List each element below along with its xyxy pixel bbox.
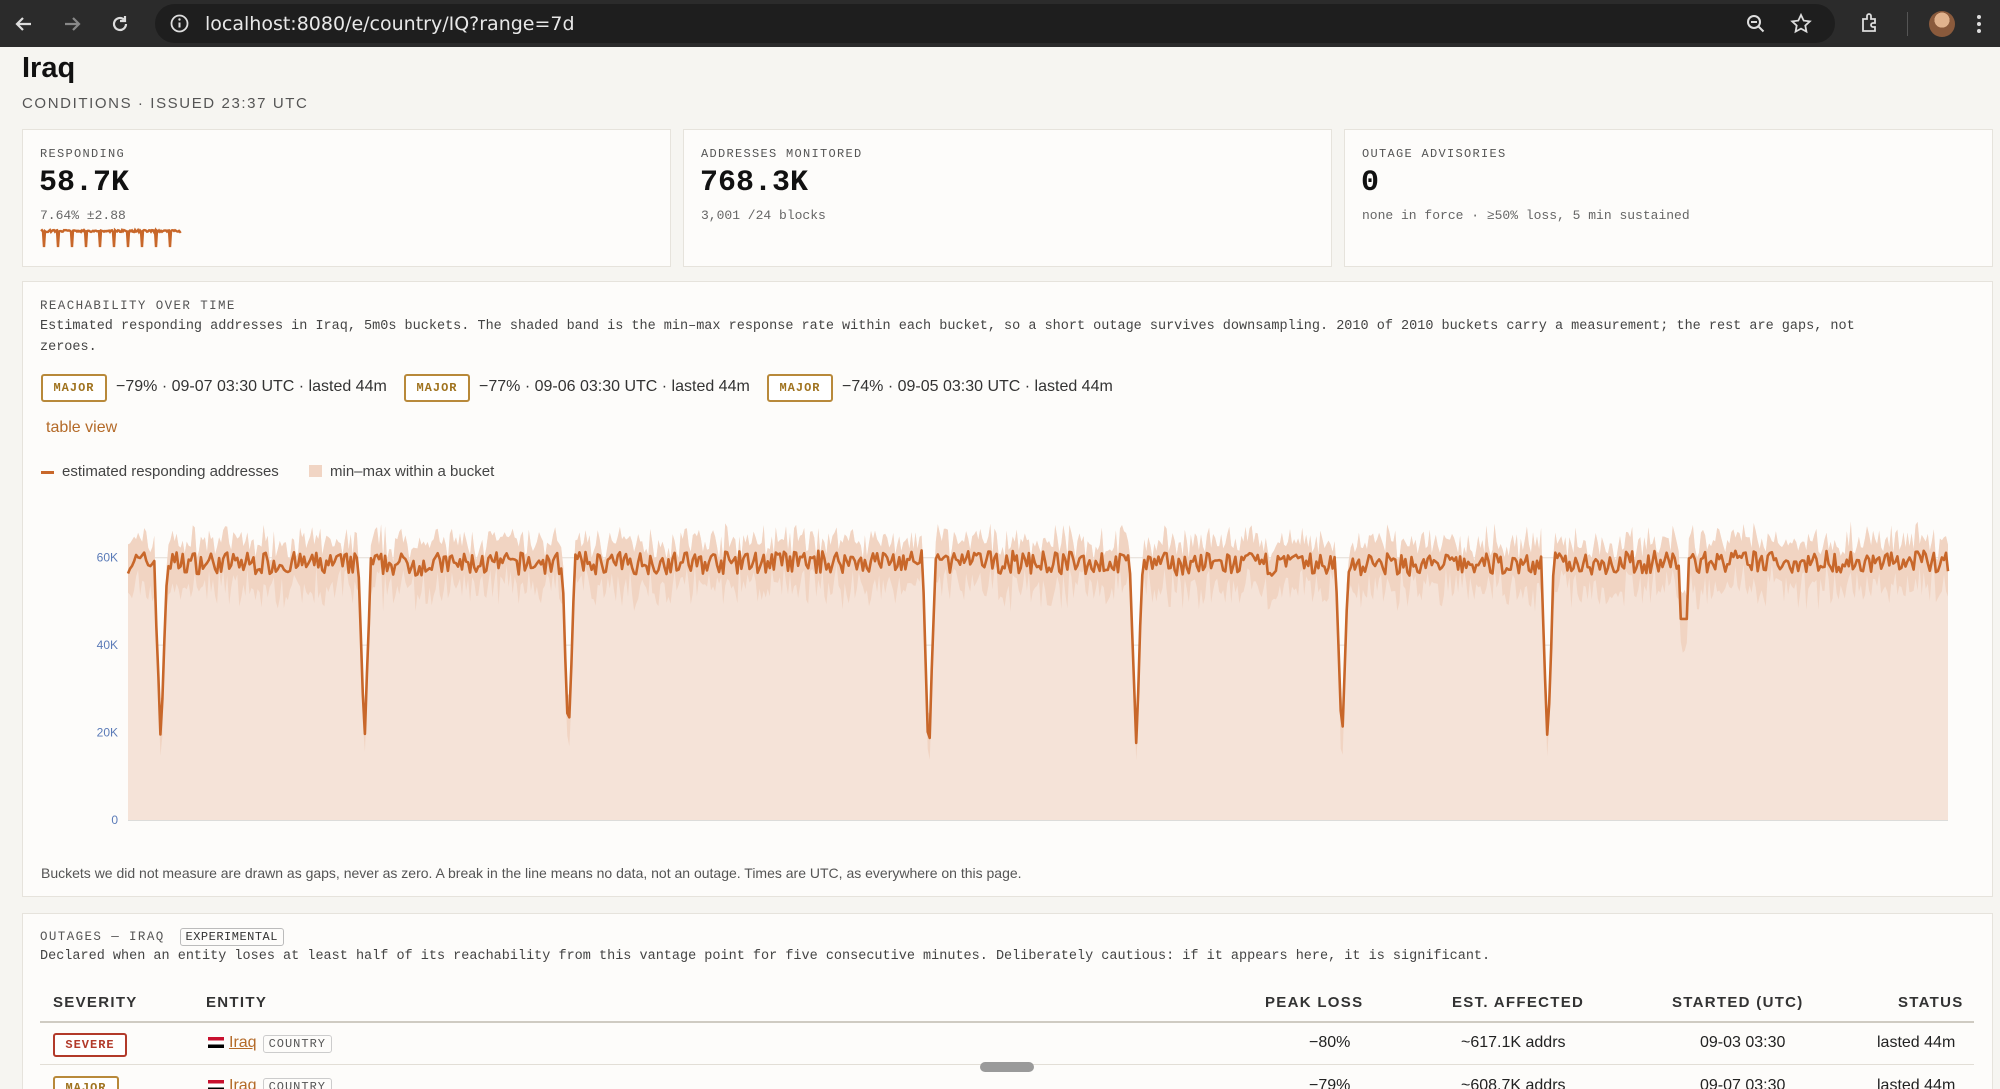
address-bar[interactable]: localhost:8080/e/country/IQ?range=7d — [155, 4, 1835, 43]
legend-line-label: estimated responding addresses — [62, 463, 279, 480]
site-info-icon[interactable] — [169, 13, 190, 34]
browser-toolbar: localhost:8080/e/country/IQ?range=7d — [0, 0, 2000, 47]
table-header-rule — [40, 1021, 1974, 1023]
kpi-label: OUTAGE ADVISORIES — [1362, 147, 1507, 161]
issued-timestamp: CONDITIONS · ISSUED 23:37 UTC — [22, 95, 309, 112]
kpi-card-advisories: OUTAGE ADVISORIES 0 none in force · ≥50%… — [1344, 129, 1993, 267]
x-tick-label: Sep 5 — [1200, 831, 1232, 832]
kpi-value: 768.3K — [700, 166, 809, 200]
affected-cell: ~608.7K addrs — [1461, 1077, 1566, 1089]
event-text: −79% · 09-07 03:30 UTC · lasted 44m — [116, 378, 387, 395]
entity-cell: Iraq COUNTRY — [208, 1077, 332, 1089]
severity-badge: SEVERE — [53, 1033, 127, 1057]
col-entity[interactable]: ENTITY — [206, 994, 267, 1011]
kpi-sub: none in force · ≥50% loss, 5 min sustain… — [1362, 208, 1690, 223]
profile-avatar[interactable] — [1929, 11, 1955, 37]
entity-cell: Iraq COUNTRY — [208, 1034, 332, 1053]
x-tick-label: Aug 31 — [131, 831, 169, 832]
forward-icon[interactable] — [56, 8, 88, 40]
col-started[interactable]: STARTED (UTC) — [1672, 994, 1804, 1011]
toolbar-divider — [1907, 12, 1908, 36]
started-cell: 09-07 03:30 — [1700, 1077, 1786, 1089]
status-cell: lasted 44m — [1877, 1077, 1956, 1089]
experimental-tag: EXPERIMENTAL — [179, 928, 284, 946]
legend-line-swatch — [41, 471, 54, 474]
responding-sparkline — [40, 227, 182, 248]
legend-band-swatch — [309, 465, 322, 477]
iraq-flag-icon — [208, 1037, 224, 1049]
kpi-sub: 3,001 /24 blocks — [701, 208, 826, 223]
kpi-sub: 7.64% ±2.88 — [40, 208, 126, 223]
event-text: −77% · 09-06 03:30 UTC · lasted 44m — [479, 378, 750, 395]
legend-band-label: min–max within a bucket — [330, 463, 495, 480]
event-badge-major[interactable]: MAJOR — [404, 374, 470, 402]
x-tick-label: Sep 7 — [1935, 831, 1967, 832]
table-view-link[interactable]: table view — [46, 419, 117, 437]
zoom-icon[interactable] — [1745, 13, 1767, 35]
page-title: Iraq — [22, 52, 76, 84]
entity-kind-tag: COUNTRY — [262, 1035, 332, 1053]
col-severity[interactable]: SEVERITY — [53, 994, 138, 1011]
kpi-label: RESPONDING — [40, 147, 126, 161]
scroll-handle[interactable] — [980, 1062, 1034, 1072]
bookmark-star-icon[interactable] — [1789, 12, 1813, 36]
y-tick-label: 60K — [97, 551, 118, 565]
iraq-flag-icon — [208, 1080, 224, 1089]
url-text[interactable]: localhost:8080/e/country/IQ?range=7d — [205, 13, 575, 35]
col-peak-loss[interactable]: PEAK LOSS — [1265, 994, 1363, 1011]
section-description: Estimated responding addresses in Iraq, … — [40, 319, 1855, 355]
started-cell: 09-03 03:30 — [1700, 1034, 1786, 1051]
event-badge-major[interactable]: MAJOR — [41, 374, 107, 402]
y-tick-label: 40K — [97, 638, 118, 652]
y-tick-label: 20K — [97, 726, 118, 740]
y-tick-label: 0 — [111, 813, 118, 827]
entity-kind-tag: COUNTRY — [262, 1078, 332, 1089]
col-affected[interactable]: EST. AFFECTED — [1452, 994, 1584, 1011]
status-cell: lasted 44m — [1877, 1034, 1956, 1051]
affected-cell: ~617.1K addrs — [1461, 1034, 1566, 1051]
chart-footnote: Buckets we did not measure are drawn as … — [41, 865, 1022, 881]
back-icon[interactable] — [8, 8, 40, 40]
severity-badge: MAJOR — [53, 1076, 119, 1089]
x-tick-label: Sep 3 — [838, 831, 870, 832]
section-label: REACHABILITY OVER TIME — [40, 299, 236, 313]
peak-loss-cell: −79% — [1309, 1077, 1351, 1089]
entity-link[interactable]: Iraq — [229, 1077, 257, 1089]
peak-loss-cell: −80% — [1309, 1034, 1351, 1051]
col-status[interactable]: STATUS — [1898, 994, 1964, 1011]
outages-label: OUTAGES — IRAQ EXPERIMENTAL — [40, 928, 284, 946]
reload-icon[interactable] — [104, 8, 136, 40]
event-badge-major[interactable]: MAJOR — [767, 374, 833, 402]
x-tick-label: Sep 2 — [477, 831, 509, 832]
extensions-icon[interactable] — [1858, 11, 1882, 35]
kpi-card-addresses: ADDRESSES MONITORED 768.3K 3,001 /24 blo… — [683, 129, 1332, 267]
outages-description: Declared when an entity loses at least h… — [40, 949, 1491, 964]
kpi-card-responding: RESPONDING 58.7K 7.64% ±2.88 — [22, 129, 671, 267]
entity-link[interactable]: Iraq — [229, 1034, 257, 1051]
event-text: −74% · 09-05 03:30 UTC · lasted 44m — [842, 378, 1113, 395]
kpi-label: ADDRESSES MONITORED — [701, 147, 863, 161]
kpi-value: 0 — [1361, 166, 1380, 200]
kpi-value: 58.7K — [39, 166, 130, 200]
menu-kebab-icon[interactable] — [1975, 12, 1983, 36]
reachability-card: REACHABILITY OVER TIME Estimated respond… — [22, 281, 1993, 897]
x-tick-label: Sep 6 — [1563, 831, 1595, 832]
reachability-chart[interactable]: 0 20K 40K 60K Aug 31 Sep 2 Sep 3 Sep 5 Sep 6 Sep … — [23, 502, 1992, 832]
